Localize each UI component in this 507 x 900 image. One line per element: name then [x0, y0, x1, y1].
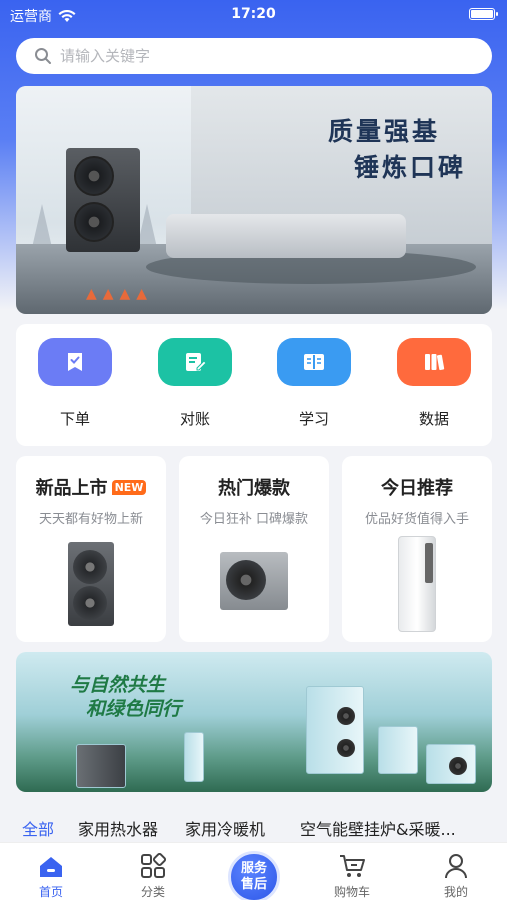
card-title: 今日推荐	[381, 478, 453, 499]
cart-icon	[312, 849, 392, 879]
tab-wall-boiler-heating[interactable]: 空气能壁挂炉&采暖...	[300, 816, 456, 840]
card-hot-products[interactable]: 热门爆款 今日狂补 口碑爆款	[179, 456, 329, 642]
bottom-nav: 首页 分类 服务 售后 购物车 我的	[0, 842, 507, 900]
nav-home[interactable]: 首页	[11, 843, 91, 900]
category-tabs: 全部 家用热水器 家用冷暖机 空气能壁挂炉&采暖...	[0, 812, 507, 842]
banner-top-line1: 质量强基	[327, 117, 440, 146]
nav-label: 我的	[443, 885, 468, 899]
product-image-box	[426, 744, 476, 784]
quick-action-learn[interactable]: 学习	[276, 338, 352, 429]
books-icon	[397, 338, 471, 386]
service-aftersales-button[interactable]: 服务 售后	[228, 851, 280, 900]
card-new-products[interactable]: 新品上市 NEW 天天都有好物上新	[16, 456, 166, 642]
banner-bottom-line1: 与自然共生	[70, 674, 166, 696]
nav-profile[interactable]: 我的	[416, 843, 496, 900]
search-input[interactable]	[60, 47, 460, 65]
card-subtitle: 天天都有好物上新	[38, 512, 143, 527]
banner-bottom-line2: 和绿色同行	[86, 698, 182, 720]
user-icon	[416, 849, 496, 879]
book-icon	[277, 338, 351, 386]
quick-action-label: 对账	[179, 410, 210, 428]
nav-cart[interactable]: 购物车	[312, 843, 392, 900]
product-image-outdoor-unit	[220, 552, 288, 610]
card-title: 新品上市	[35, 478, 108, 499]
quick-action-data[interactable]: 数据	[396, 338, 472, 429]
card-subtitle: 优品好货值得入手	[364, 512, 469, 527]
nav-label: 分类	[140, 885, 165, 899]
new-badge: NEW	[111, 479, 147, 495]
edit-note-icon	[158, 338, 232, 386]
search-bar[interactable]	[16, 38, 492, 74]
card-title: 热门爆款	[218, 478, 290, 499]
service-line2: 售后	[240, 877, 267, 892]
home-icon	[11, 849, 91, 879]
quick-action-label: 数据	[418, 410, 449, 428]
card-subtitle: 今日狂补 口碑爆款	[199, 512, 309, 527]
quick-action-order[interactable]: 下单	[37, 338, 113, 429]
feature-cards: 新品上市 NEW 天天都有好物上新 热门爆款 今日狂补 口碑爆款 今日推荐 优品…	[16, 456, 492, 642]
card-recommended[interactable]: 今日推荐 优品好货值得入手	[342, 456, 492, 642]
product-image-vertical-unit	[68, 542, 114, 626]
heat-waves-icon: ▲▲▲▲	[86, 286, 154, 302]
quick-actions-panel: 下单 对账 学习 数据	[16, 324, 492, 446]
tab-all[interactable]: 全部	[22, 816, 54, 840]
quick-action-label: 学习	[298, 410, 329, 428]
nav-category[interactable]: 分类	[113, 843, 193, 900]
nav-label: 首页	[38, 885, 63, 899]
order-check-icon	[38, 338, 112, 386]
banner-sofa	[166, 214, 406, 258]
promo-banner-bottom[interactable]: 与自然共生 和绿色同行	[16, 652, 492, 792]
search-icon	[35, 48, 51, 64]
service-line1: 服务	[240, 861, 267, 876]
nav-label: 购物车	[333, 885, 370, 899]
quick-action-label: 下单	[59, 410, 90, 428]
banner-top-line2: 锤炼口碑	[353, 153, 466, 182]
battery-icon	[469, 8, 498, 20]
product-image-box	[76, 744, 126, 788]
product-image-water-tank	[398, 536, 436, 632]
product-image-box	[306, 686, 364, 774]
product-image-box	[378, 726, 418, 774]
tab-home-water-heater[interactable]: 家用热水器	[78, 816, 158, 840]
status-bar: 运营商 17:20	[0, 0, 507, 30]
status-time: 17:20	[231, 6, 276, 22]
heat-pump-unit-image	[66, 148, 140, 252]
quick-action-reconcile[interactable]: 对账	[157, 338, 233, 429]
category-grid-icon	[113, 849, 193, 879]
product-image-box	[184, 732, 204, 782]
tab-home-ac-heater[interactable]: 家用冷暖机	[185, 816, 265, 840]
promo-banner-top[interactable]: ▲▲▲▲ 质量强基 锤炼口碑	[16, 86, 492, 314]
